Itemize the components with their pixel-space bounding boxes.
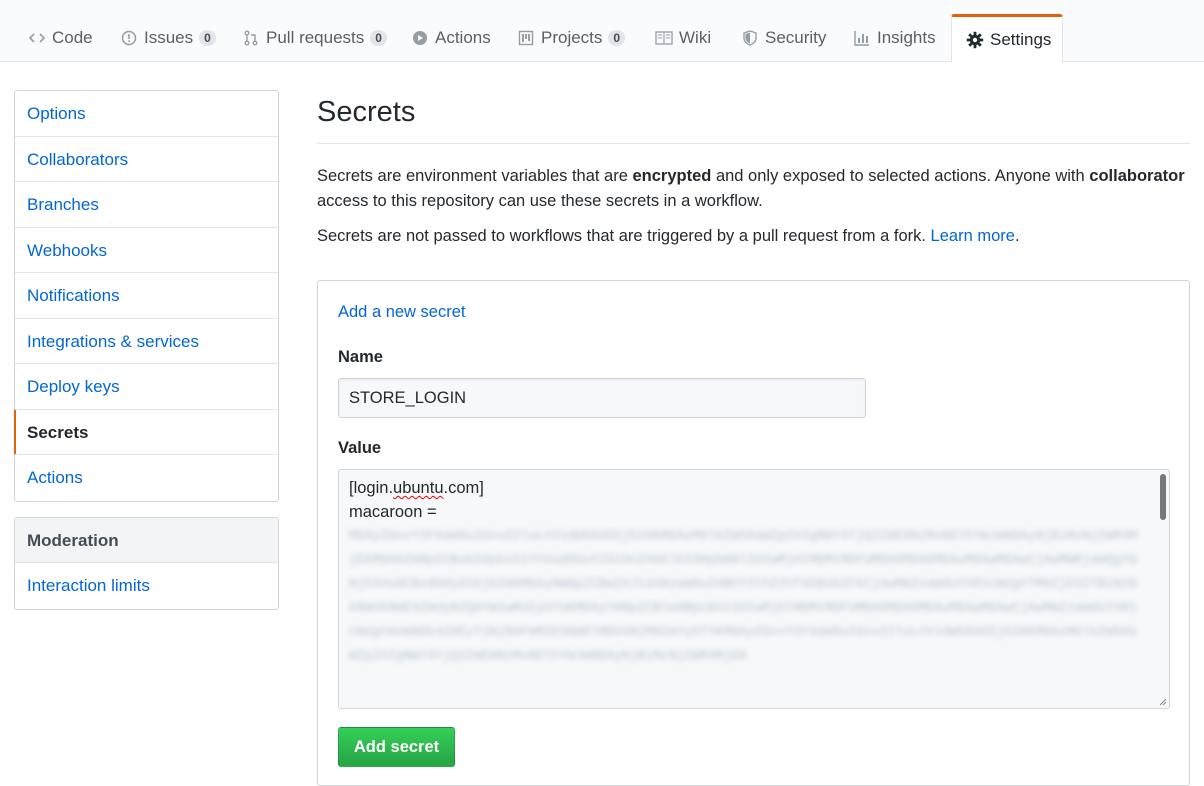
tab-label: Code [52, 28, 93, 47]
tab-code[interactable]: Code [14, 14, 107, 62]
tab-insights[interactable]: Insights [839, 14, 950, 62]
play-icon [411, 29, 429, 47]
secret-name-input[interactable]: STORE_LOGIN [338, 378, 866, 418]
sidebar-item-deploy-keys[interactable]: Deploy keys [15, 364, 278, 410]
tab-settings[interactable]: Settings [951, 14, 1063, 63]
resize-grip-icon[interactable] [1158, 697, 1167, 706]
git-pull-request-icon [242, 29, 260, 47]
count-badge: 0 [370, 30, 387, 46]
code-icon [28, 29, 46, 47]
textarea-scrollbar[interactable] [1160, 474, 1166, 520]
tab-label: Pull requests [266, 28, 365, 47]
value-text: [login. [349, 479, 394, 497]
desc-text: Secrets are environment variables that a… [317, 167, 633, 185]
moderation-menu: Moderation Interaction limits [14, 517, 279, 610]
issue-opened-icon [120, 29, 138, 47]
redacted-secret-content: MDAyZGxvY2F0aW9uIGxvZ2luLnVidW50dS5jb20K… [349, 528, 1137, 663]
sidebar-item-collaborators[interactable]: Collaborators [15, 137, 278, 182]
tab-actions[interactable]: Actions [397, 14, 505, 62]
graph-icon [853, 29, 871, 47]
value-text-misspelled: ubuntu [393, 479, 444, 497]
tab-projects[interactable]: Projects 0 [503, 14, 639, 62]
page-title: Secrets [317, 90, 1190, 144]
tab-label: Actions [435, 28, 491, 47]
sidebar-item-actions[interactable]: Actions [15, 455, 278, 501]
repo-nav-tabs: Code Issues 0 Pull requests 0 Actions Pr… [0, 0, 1204, 63]
value-label: Value [338, 439, 382, 457]
tab-label: Wiki [679, 28, 712, 47]
tab-label: Issues [144, 28, 194, 47]
add-secret-form: Add a new secret Name STORE_LOGIN Value … [317, 280, 1190, 786]
book-icon [655, 29, 673, 47]
value-line-1: [login.ubuntu.com] [349, 476, 1159, 500]
desc-text: access to this repository can use these … [317, 192, 763, 210]
count-badge: 0 [608, 30, 626, 46]
desc-bold: collaborator [1089, 167, 1185, 185]
gear-icon [966, 31, 984, 49]
main-content: Secrets Secrets are environment variable… [317, 90, 1190, 786]
project-icon [517, 29, 535, 47]
sidebar-item-integrations[interactable]: Integrations & services [15, 319, 278, 364]
settings-menu: Options Collaborators Branches Webhooks … [14, 90, 279, 502]
fork-note-text: Secrets are not passed to workflows that… [317, 227, 931, 245]
value-line-2: macaroon = [349, 503, 437, 521]
secret-value-textarea[interactable]: [login.ubuntu.com] macaroon = MDAyZGxvY2… [338, 469, 1170, 709]
shield-icon [741, 29, 759, 47]
tab-label: Insights [877, 28, 936, 47]
add-secret-button[interactable]: Add secret [338, 727, 455, 767]
tab-label: Projects [541, 28, 603, 47]
sidebar-item-interaction-limits[interactable]: Interaction limits [15, 563, 278, 609]
desc-bold: encrypted [632, 167, 712, 185]
tab-security[interactable]: Security [727, 14, 840, 62]
fork-note: Secrets are not passed to workflows that… [317, 226, 1190, 246]
tab-issues[interactable]: Issues 0 [106, 14, 230, 62]
fork-note-end: . [1014, 227, 1020, 245]
desc-text: and only exposed to selected actions. An… [711, 167, 1090, 185]
tab-label: Security [765, 28, 827, 47]
sidebar-item-branches[interactable]: Branches [15, 182, 278, 228]
tab-wiki[interactable]: Wiki [641, 14, 725, 62]
secrets-description: Secrets are environment variables that a… [317, 164, 1190, 214]
sidebar-item-secrets[interactable]: Secrets [14, 409, 278, 455]
add-new-secret-link[interactable]: Add a new secret [338, 303, 466, 322]
value-text: .com] [443, 479, 484, 497]
tab-pull-requests[interactable]: Pull requests 0 [228, 14, 401, 62]
count-badge: 0 [199, 30, 216, 46]
learn-more-link[interactable]: Learn more [931, 227, 1015, 245]
name-label: Name [338, 348, 383, 366]
sidebar-item-options[interactable]: Options [15, 91, 278, 137]
tab-label: Settings [990, 29, 1052, 49]
moderation-heading: Moderation [15, 518, 278, 563]
sidebar-item-webhooks[interactable]: Webhooks [15, 228, 278, 273]
sidebar-item-notifications[interactable]: Notifications [15, 273, 278, 319]
